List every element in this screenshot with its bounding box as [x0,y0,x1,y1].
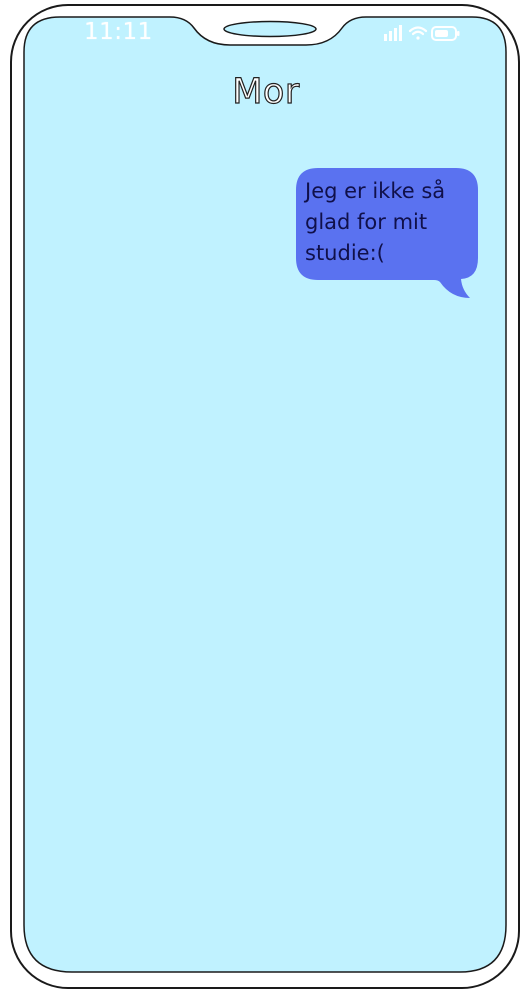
screen-background [23,16,507,973]
status-icons [384,25,460,41]
status-time: 11:11 [84,19,153,45]
cellular-signal-icon [384,25,402,41]
phone-screen [23,16,507,973]
battery-icon [431,26,460,41]
contact-name: Mor [232,71,300,112]
wifi-icon [408,26,428,40]
message-bubble-outgoing: Jeg er ikke så glad for mit studie:( [296,168,478,300]
message-text: Jeg er ikke så glad for mit studie:( [305,179,446,265]
speaker-grille [223,20,317,38]
